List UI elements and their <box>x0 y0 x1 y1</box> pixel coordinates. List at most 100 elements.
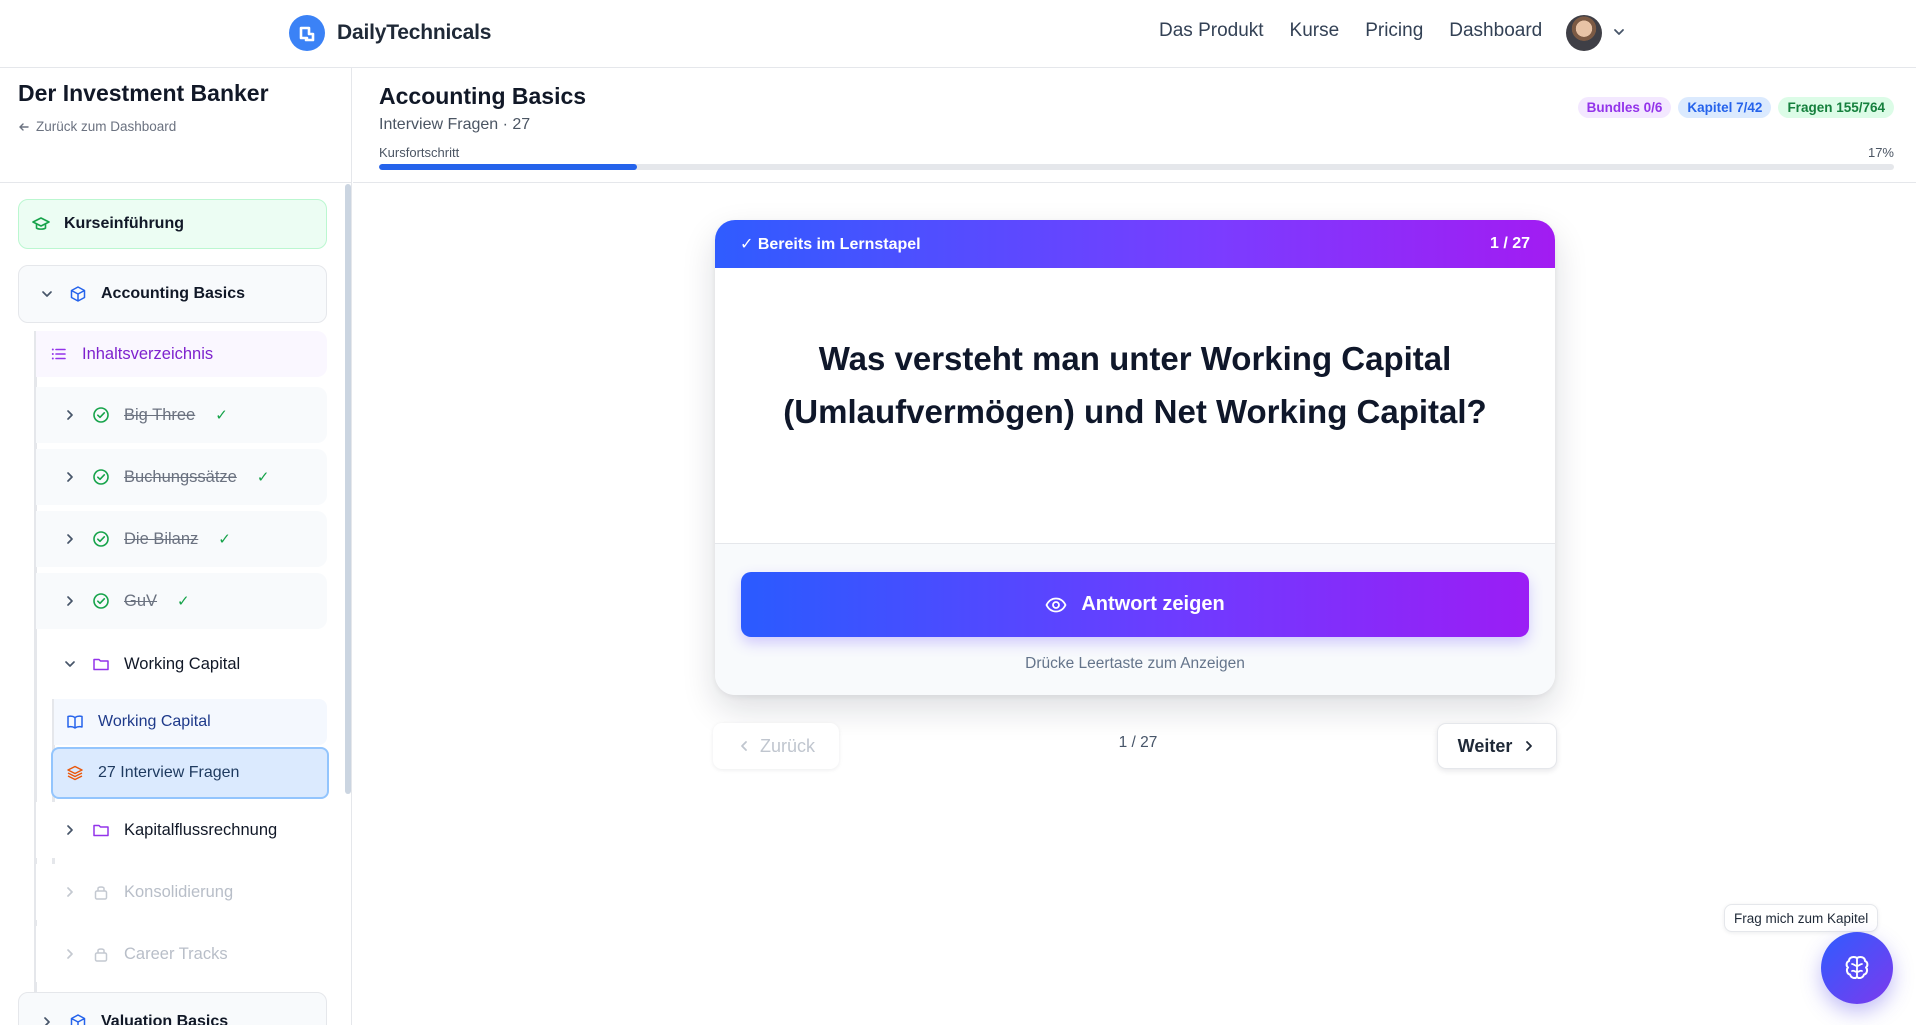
chevron-right-icon <box>1526 741 1533 751</box>
chevron-left-icon <box>741 741 747 751</box>
brand[interactable]: DailyTechnicals <box>289 15 491 51</box>
nav-link-pricing[interactable]: Pricing <box>1365 20 1423 42</box>
flashcard-question: Was versteht man unter Working Capital (… <box>783 340 1487 430</box>
sidebar-item-label: Inhaltsverzeichnis <box>82 344 214 363</box>
course-sidebar: Der Investment Banker Zurück zum Dashboa… <box>0 68 352 1025</box>
back-label: Zurück zum Dashboard <box>36 119 177 134</box>
chevron-right-icon <box>67 887 73 897</box>
sidebar-course-accounting-basics[interactable]: Accounting Basics <box>18 265 327 323</box>
flashcard-counter: 1 / 27 <box>1489 235 1530 252</box>
chevron-down-icon[interactable] <box>1611 24 1627 40</box>
brain-icon <box>1845 956 1869 980</box>
flashcard-header: ✓ Bereits im Lernstapel 1 / 27 <box>715 220 1555 268</box>
lesson-label: Working Capital <box>98 713 211 730</box>
next-button[interactable]: Weiter <box>1437 723 1557 769</box>
sidebar-scrollbar[interactable] <box>345 184 351 794</box>
list-icon <box>51 348 66 360</box>
sidebar-item-label: Valuation Basics <box>101 1013 229 1025</box>
graduation-cap-icon <box>32 217 50 230</box>
lesson-label: 27 Interview Fragen <box>98 764 240 781</box>
done-check: ✓ <box>215 407 228 424</box>
previous-button[interactable]: Zurück <box>713 723 839 769</box>
chevron-down-icon <box>65 661 75 667</box>
chevron-right-icon <box>67 825 73 835</box>
folder-icon <box>93 824 109 837</box>
chevron-right-icon <box>67 596 73 606</box>
sidebar-lesson-interview-questions[interactable]: 27 Interview Fragen <box>51 747 329 799</box>
eye-icon <box>1045 597 1067 612</box>
check-circle-icon <box>93 407 109 423</box>
page-title: Accounting Basics <box>379 83 587 109</box>
chapter-label: Buchungssätze <box>124 467 237 486</box>
sidebar-course-valuation-basics[interactable]: Valuation Basics <box>18 992 327 1025</box>
lock-icon <box>94 948 108 962</box>
sidebar-chapter-die-bilanz[interactable]: Die Bilanz ✓ <box>36 511 327 567</box>
sidebar-chapter-buchungssaetze[interactable]: Buchungssätze ✓ <box>36 449 327 505</box>
show-answer-button[interactable]: Antwort zeigen <box>741 572 1529 637</box>
chevron-right-icon <box>67 472 73 482</box>
sidebar-item-toc[interactable]: Inhaltsverzeichnis <box>36 331 327 377</box>
done-check: ✓ <box>256 469 270 486</box>
folder-icon <box>93 658 109 671</box>
chevron-down-icon <box>42 291 52 297</box>
chapter-label: Career Tracks <box>124 944 228 963</box>
progress-badges: Bundles 0/6 Kapitel 7/42 Fragen 155/764 <box>1577 97 1894 118</box>
chapter-label: Konsolidierung <box>124 882 234 901</box>
sidebar-chapter-guv[interactable]: GuV ✓ <box>36 573 327 629</box>
done-check: ✓ <box>177 593 190 610</box>
layers-icon <box>67 765 83 781</box>
course-progress-fill <box>379 164 637 170</box>
book-open-icon <box>67 715 83 729</box>
page-counter: 1 / 27 <box>1118 734 1158 751</box>
sidebar-chapter-big-three[interactable]: Big Three ✓ <box>36 387 327 443</box>
badge-chapters: Kapitel 7/42 <box>1678 97 1772 118</box>
progress-label: Kursfortschritt <box>379 145 460 160</box>
badge-bundles: Bundles 0/6 <box>1577 97 1672 118</box>
show-answer-label: Antwort zeigen <box>1081 593 1225 615</box>
assistant-button[interactable] <box>1821 932 1893 1004</box>
check-circle-icon <box>93 469 109 485</box>
brand-name: DailyTechnicals <box>337 21 492 44</box>
sidebar-chapter-kapitalflussrechnung[interactable]: Kapitalflussrechnung <box>36 802 327 858</box>
previous-label: Zurück <box>759 735 815 756</box>
chapter-label: Working Capital <box>124 654 241 673</box>
chapter-label: Big Three <box>124 405 196 424</box>
sidebar-lesson-working-capital[interactable]: Working Capital <box>54 699 327 745</box>
page-subtitle: Interview Fragen · 27 <box>379 116 531 133</box>
sidebar-tree: Kurseinführung Accounting Basics Inhalts… <box>0 183 346 1025</box>
nav-link-product[interactable]: Das Produkt <box>1159 20 1264 42</box>
sidebar-item-label: Kurseinführung <box>64 215 184 232</box>
flashcard-status: ✓ Bereits im Lernstapel <box>740 236 921 253</box>
chapter-label: Kapitalflussrechnung <box>124 820 278 839</box>
arrow-left-icon <box>19 122 29 131</box>
chevron-right-icon <box>44 1017 50 1025</box>
chevron-right-icon <box>67 534 73 544</box>
back-to-dashboard-link[interactable]: Zurück zum Dashboard <box>18 119 351 134</box>
nav-link-courses[interactable]: Kurse <box>1290 20 1340 42</box>
main-nav-links: Das Produkt Kurse Pricing Dashboard <box>1159 20 1542 42</box>
flashcard: ✓ Bereits im Lernstapel 1 / 27 Was verst… <box>715 220 1555 695</box>
next-label: Weiter <box>1457 735 1513 756</box>
lock-icon <box>94 886 108 900</box>
flashcard-footer: Antwort zeigen Drücke Leertaste zum Anze… <box>715 543 1555 695</box>
nav-link-dashboard[interactable]: Dashboard <box>1449 20 1542 42</box>
chevron-right-icon <box>67 410 73 420</box>
done-check: ✓ <box>218 531 231 548</box>
user-avatar[interactable] <box>1566 15 1602 51</box>
sidebar-title: Der Investment Banker <box>18 80 269 106</box>
sidebar-chapter-working-capital[interactable]: Working Capital <box>36 635 327 693</box>
sidebar-item-intro[interactable]: Kurseinführung <box>18 199 327 249</box>
course-header: Accounting Basics Interview Fragen · 27 … <box>353 68 1916 183</box>
check-circle-icon <box>93 531 109 547</box>
cube-icon <box>70 1014 86 1025</box>
progress-percent: 17% <box>1867 145 1894 160</box>
keyboard-hint: Drücke Leertaste zum Anzeigen <box>1025 655 1245 672</box>
check-circle-icon <box>93 593 109 609</box>
brand-logo-icon <box>289 15 325 51</box>
cube-icon <box>70 286 86 302</box>
sidebar-chapter-konsolidierung[interactable]: Konsolidierung <box>36 864 327 920</box>
badge-questions: Fragen 155/764 <box>1778 97 1894 118</box>
top-navigation: DailyTechnicals Das Produkt Kurse Pricin… <box>0 0 1916 68</box>
sidebar-chapter-career-tracks[interactable]: Career Tracks <box>36 926 327 982</box>
chevron-right-icon <box>67 949 73 959</box>
